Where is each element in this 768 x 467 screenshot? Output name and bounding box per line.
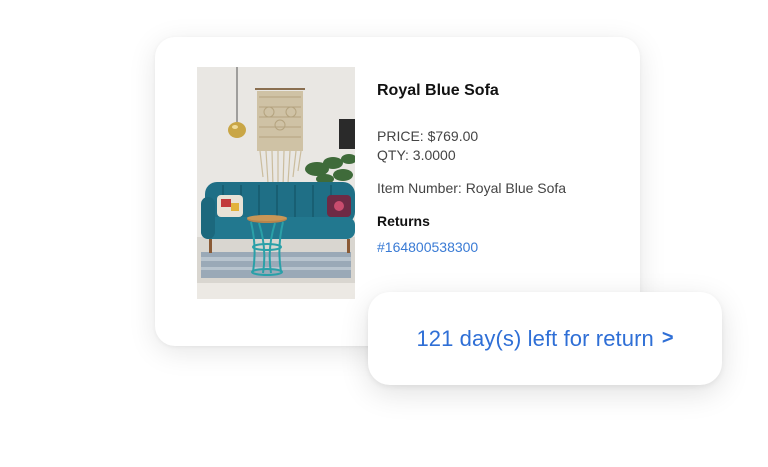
stage: Royal Blue Sofa PRICE: $769.00 QTY: 3.00… — [0, 0, 768, 467]
quantity-text: QTY: 3.0000 — [377, 147, 456, 163]
days-left-for-return-button[interactable]: 121 day(s) left for return > — [368, 292, 722, 385]
return-id-link[interactable]: #164800538300 — [377, 238, 478, 257]
product-title: Royal Blue Sofa — [377, 82, 499, 99]
price-text: PRICE: $769.00 — [377, 128, 479, 144]
item-number-text: Item Number: Royal Blue Sofa — [377, 180, 567, 196]
chevron-right-icon: > — [661, 327, 674, 349]
returns-heading: Returns — [377, 213, 430, 229]
product-image — [197, 67, 355, 299]
days-left-text: 121 day(s) left for return — [416, 325, 654, 351]
product-details: Royal Blue Sofa PRICE: $769.00 QTY: 3.00… — [377, 81, 630, 257]
